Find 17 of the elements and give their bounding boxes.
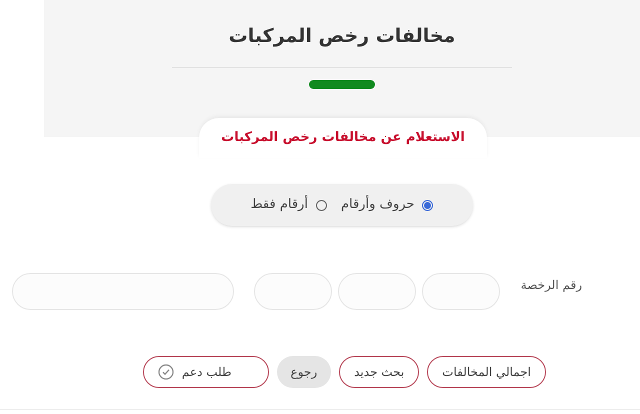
page-title: مخالفات رخص المركبات — [228, 24, 456, 49]
radio-option[interactable]: أرقام فقط — [250, 195, 327, 215]
license-number-field[interactable] — [12, 273, 234, 310]
radio-option[interactable]: حروف وأرقام — [340, 195, 434, 215]
license-number-label: رقم الرخصة — [520, 276, 582, 294]
back-button[interactable]: رجوع — [276, 356, 332, 388]
form-title: الاستعلام عن مخالفات رخص المركبات — [221, 129, 465, 147]
license-number-field[interactable] — [422, 273, 500, 310]
license-number-field[interactable] — [338, 273, 416, 310]
support-button[interactable]: طلب دعم — [142, 356, 269, 388]
license-number-field[interactable] — [254, 273, 332, 310]
radio-icon — [316, 200, 327, 210]
radio-icon — [422, 200, 434, 210]
check-circle-icon — [158, 364, 174, 380]
action-button[interactable]: بحث جديد — [339, 356, 420, 388]
accent-bar — [309, 80, 375, 88]
action-button[interactable]: اجمالي المخالفات — [427, 356, 546, 388]
